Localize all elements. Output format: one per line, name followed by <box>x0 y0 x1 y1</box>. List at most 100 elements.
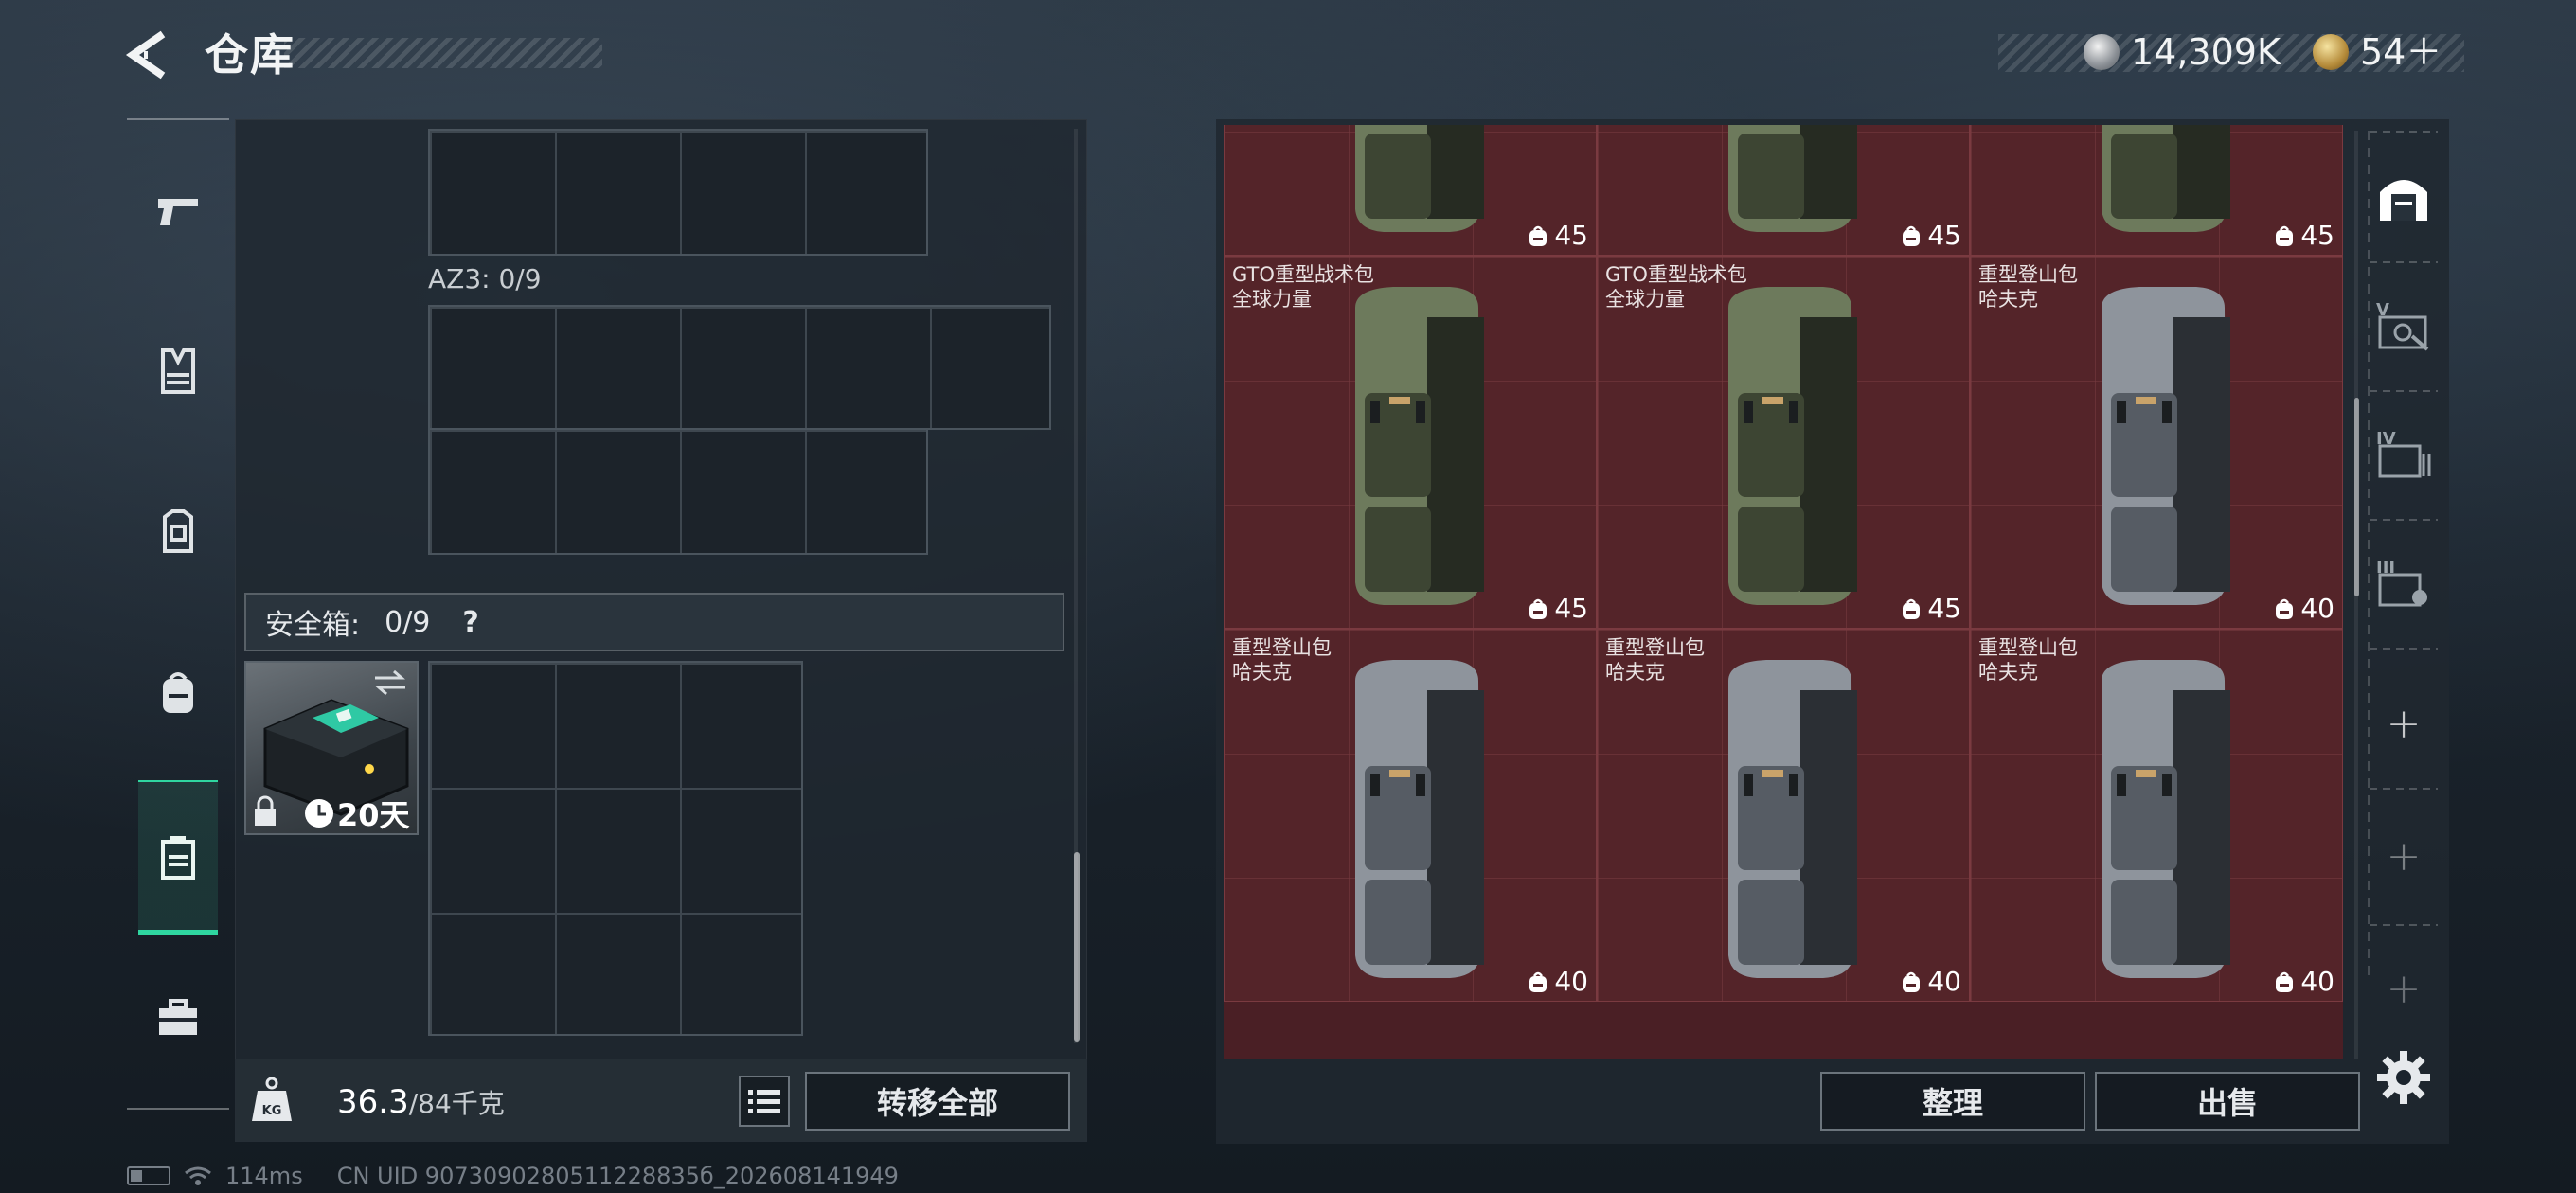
sell-button[interactable]: 出售 <box>2095 1072 2360 1131</box>
item-name: GTO重型战术包 全球力量 <box>1605 262 1747 312</box>
tab-stash-home[interactable] <box>2370 151 2438 246</box>
stash-item[interactable]: 重型登山包 哈夫克 40 <box>1970 629 2343 1002</box>
capacity-value: 40 <box>1927 966 1961 997</box>
plus-icon: + <box>2386 699 2422 748</box>
item-brand: 哈夫克 <box>1978 288 2038 311</box>
gold-coin-icon <box>2313 34 2349 70</box>
title-decoration <box>284 38 602 68</box>
safe-box-expiry: 20天 <box>337 797 410 833</box>
safe-box-grid[interactable] <box>428 661 803 1036</box>
help-button[interactable]: ? <box>462 606 478 639</box>
capacity-value: 40 <box>2300 966 2334 997</box>
backpack-capacity-icon <box>2276 971 2294 992</box>
nav-item-vest[interactable] <box>138 331 218 411</box>
stash-item[interactable]: 45 <box>1970 125 2343 256</box>
nav-item-armor[interactable] <box>138 492 218 572</box>
capacity-value: 45 <box>1927 220 1961 251</box>
status-bar: 114ms CN UID 9073090280511228835б_202608… <box>127 1163 899 1189</box>
tab-tier-iv[interactable]: IV <box>2370 407 2438 502</box>
item-name-line1: 重型登山包 <box>1978 636 2078 659</box>
backpack-capacity-icon <box>2276 225 2294 246</box>
pistol-icon <box>158 199 198 225</box>
backpack-image <box>1728 287 1857 605</box>
tab-add-1[interactable]: + <box>2370 676 2438 771</box>
item-name: 重型登山包 哈夫克 <box>1232 635 1332 685</box>
az3-grid-row2[interactable] <box>428 430 928 555</box>
capacity-value: 45 <box>1554 220 1588 251</box>
backpack-capacity-icon <box>1530 598 1547 619</box>
capacity-value: 45 <box>1927 593 1961 624</box>
backpack-image <box>1355 125 1484 232</box>
nav-item-backpack[interactable] <box>138 653 218 733</box>
transfer-all-button[interactable]: 转移全部 <box>805 1072 1070 1131</box>
backpack-capacity-icon <box>2276 598 2294 619</box>
capacity-value: 40 <box>2300 593 2334 624</box>
tier-iv-icon: IV <box>2376 429 2431 478</box>
back-button[interactable] <box>125 28 174 81</box>
list-icon <box>748 1090 780 1113</box>
carry-weight: 36.3/84千克 <box>337 1079 505 1127</box>
backpack-image <box>1355 660 1484 978</box>
list-view-button[interactable] <box>739 1076 790 1127</box>
nav-divider <box>127 1108 229 1110</box>
stash-item[interactable]: GTO重型战术包 全球力量 45 <box>1597 256 1970 629</box>
wifi-icon <box>185 1166 211 1185</box>
item-capacity: 40 <box>1901 966 1961 997</box>
tab-tier-v[interactable]: V <box>2370 278 2438 373</box>
stash-item[interactable]: GTO重型战术包 全球力量 45 <box>1224 256 1597 629</box>
item-capacity: 45 <box>1528 593 1588 624</box>
tab-tier-iii[interactable]: III <box>2370 536 2438 631</box>
item-brand: 全球力量 <box>1605 288 1685 311</box>
toolbox-icon <box>159 999 197 1035</box>
svg-text:KG: KG <box>262 1104 282 1118</box>
item-brand: 哈夫克 <box>1232 661 1292 684</box>
tier-v-icon: V <box>2376 300 2429 351</box>
ping-value: 114ms <box>225 1163 303 1189</box>
az3-capacity-label: AZ3: 0/9 <box>428 263 542 294</box>
swap-icon[interactable] <box>371 668 409 697</box>
stash-item[interactable]: 重型登山包 哈夫克 40 <box>1597 629 1970 1002</box>
tab-add-3[interactable]: + <box>2370 941 2438 1036</box>
vest-icon <box>161 348 195 394</box>
az3-grid-row1[interactable] <box>428 305 1051 430</box>
stash-scroll-thumb[interactable] <box>2354 398 2359 596</box>
plus-icon: + <box>2386 964 2422 1013</box>
safe-box-header: 安全箱: 0/9 ? <box>244 593 1064 651</box>
silver-coin-icon <box>2084 34 2120 70</box>
battery-icon <box>127 1166 170 1185</box>
organize-button[interactable]: 整理 <box>1820 1072 2085 1131</box>
nav-item-safe-box[interactable] <box>138 818 218 898</box>
tier-iii-icon: III <box>2376 558 2427 607</box>
stash-home-icon <box>2380 180 2427 221</box>
item-brand: 全球力量 <box>1232 288 1312 311</box>
nav-item-weapon[interactable] <box>138 170 218 250</box>
stash-item[interactable]: 45 <box>1224 125 1597 256</box>
stash-item[interactable]: 重型登山包 哈夫克 40 <box>1224 629 1597 1002</box>
backpack-capacity-icon <box>1903 971 1921 992</box>
stash-item[interactable]: 重型登山包 哈夫克 40 <box>1970 256 2343 629</box>
nav-item-toolbox[interactable] <box>138 979 218 1059</box>
weight-capacity: /84千克 <box>408 1088 505 1119</box>
backpack-capacity-icon <box>1903 598 1921 619</box>
item-capacity: 45 <box>2274 220 2334 251</box>
inventory-scroll-thumb[interactable] <box>1074 852 1080 1042</box>
capacity-value: 45 <box>2300 220 2334 251</box>
item-capacity: 45 <box>1901 593 1961 624</box>
backpack-capacity-icon <box>1530 971 1547 992</box>
item-capacity: 40 <box>2274 966 2334 997</box>
container-grid-top[interactable] <box>428 129 928 256</box>
safe-box-count: 0/9 <box>385 605 431 639</box>
tab-add-2[interactable]: + <box>2370 809 2438 903</box>
settings-button[interactable] <box>2375 1049 2432 1106</box>
item-name: 重型登山包 哈夫克 <box>1978 262 2078 312</box>
page-title: 仓库 <box>205 29 295 80</box>
safe-box-icon <box>161 836 195 880</box>
gold-amount[interactable]: 54＋ <box>2360 28 2442 76</box>
gear-icon <box>2377 1051 2430 1104</box>
tab-separator <box>2370 519 2438 521</box>
stash-item[interactable]: 45 <box>1597 125 1970 256</box>
tab-separator <box>2370 924 2438 926</box>
backpack-icon <box>163 672 193 713</box>
backpack-image <box>2102 660 2230 978</box>
backpack-image <box>1355 287 1484 605</box>
